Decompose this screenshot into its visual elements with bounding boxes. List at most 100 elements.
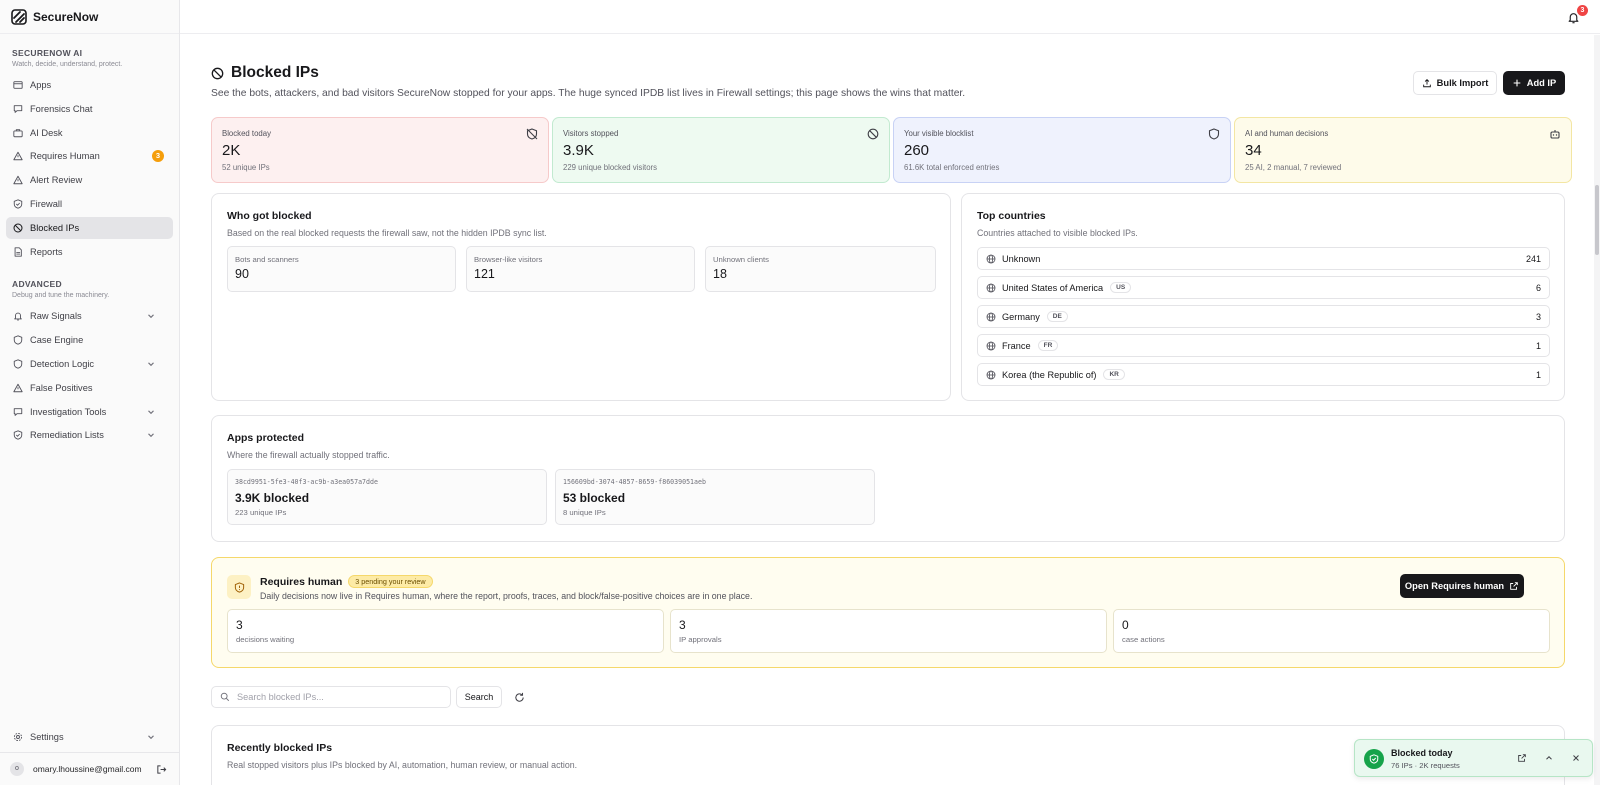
window-icon (13, 81, 23, 89)
warning-icon (13, 175, 23, 185)
sidebar-item-label: Blocked IPs (30, 222, 80, 233)
sidebar-item-investigation-tools[interactable]: Investigation Tools (6, 401, 173, 423)
stat-value: 3 (236, 618, 243, 632)
sidebar-item-false-positives[interactable]: False Positives (6, 377, 173, 399)
sidebar-item-blocked-ips[interactable]: Blocked IPs (6, 216, 173, 239)
sidebar-item-reports[interactable]: Reports (6, 241, 173, 263)
card-subtitle: Real stopped visitors plus IPs blocked b… (227, 760, 578, 770)
country-row[interactable]: France FR 1 (977, 334, 1550, 357)
country-count: 241 (1525, 253, 1541, 264)
requires-human-title: Requires human 3 pending your review (260, 575, 433, 588)
brand[interactable]: SecureNow (0, 0, 179, 34)
warning-icon (13, 383, 23, 392)
top-countries-card: Top countries Countries attached to visi… (961, 193, 1565, 401)
refresh-icon[interactable] (514, 692, 525, 703)
open-requires-human-label: Open Requires human (1404, 581, 1505, 591)
sidebar-item-ai-desk[interactable]: AI Desk (6, 122, 173, 144)
card-subtitle: Where the firewall actually stopped traf… (227, 450, 390, 460)
add-ip-label: Add IP (1526, 78, 1557, 88)
chevron-up-icon[interactable] (1544, 753, 1554, 763)
country-row[interactable]: Korea (the Republic of) KR 1 (977, 363, 1550, 386)
sidebar-item-raw-signals[interactable]: Raw Signals (6, 305, 173, 327)
country-name: United States of America (1002, 282, 1104, 293)
sidebar-item-remediation-lists[interactable]: Remediation Lists (6, 424, 173, 446)
stat-sub: 229 unique blocked visitors (563, 163, 658, 172)
card-subtitle: Countries attached to visible blocked IP… (977, 228, 1138, 238)
upload-icon (1422, 79, 1431, 88)
section-subtitle: Watch, decide, understand, protect. (12, 61, 123, 68)
sidebar-item-requires-human[interactable]: Requires Human 3 (6, 145, 173, 167)
bell-icon (14, 313, 22, 321)
decisions-waiting-stat: 3 decisions waiting (227, 609, 664, 653)
section-heading: ADVANCED (12, 279, 62, 290)
add-ip-button[interactable]: Add IP (1503, 71, 1565, 95)
stat-value: 3.9K (563, 142, 594, 159)
chat-icon (13, 407, 23, 416)
ban-icon (13, 223, 23, 233)
country-name: Unknown (1002, 253, 1041, 264)
user-account[interactable]: o omary.lhoussine@gmail.com (0, 752, 179, 785)
section-subtitle: Debug and tune the machinery. (12, 292, 110, 300)
sidebar-item-settings[interactable]: Settings (6, 725, 173, 748)
card-title: Apps protected (227, 432, 305, 444)
app-id: 156609bd-3074-4857-8659-f86039051aeb (563, 478, 706, 486)
shield-icon (13, 335, 23, 345)
external-link-icon[interactable] (1517, 753, 1527, 763)
open-requires-human-button[interactable]: Open Requires human (1400, 574, 1524, 598)
country-row[interactable]: United States of America US 6 (977, 276, 1550, 299)
sidebar-item-apps[interactable]: Apps (6, 74, 173, 96)
user-email: omary.lhoussine@gmail.com (33, 764, 142, 774)
app-protected-item[interactable]: 156609bd-3074-4857-8659-f86039051aeb 53 … (555, 469, 875, 525)
scrollbar[interactable] (1594, 35, 1600, 785)
sidebar-item-label: Investigation Tools (30, 406, 107, 417)
search-placeholder: Search blocked IPs... (237, 692, 324, 702)
country-row[interactable]: Germany DE 3 (977, 305, 1550, 328)
stat-card-decisions: AI and human decisions 34 25 AI, 2 manua… (1234, 117, 1572, 183)
blocked-type-value: 121 (474, 267, 495, 281)
file-icon (14, 246, 22, 257)
country-count: 6 (1535, 282, 1541, 293)
page-title-text: Blocked IPs (231, 64, 319, 81)
section-advanced: ADVANCED Debug and tune the machinery. (0, 264, 179, 299)
section-securenow-ai: SECURENOW AI Watch, decide, understand, … (0, 34, 179, 68)
globe-icon (986, 370, 996, 379)
sidebar-item-forensics-chat[interactable]: Forensics Chat (6, 98, 173, 120)
stat-sub: 61.6K total enforced entries (904, 163, 1000, 172)
sidebar-item-detection-logic[interactable]: Detection Logic (6, 353, 173, 375)
bot-icon (1550, 130, 1560, 139)
search-input[interactable]: Search blocked IPs... (211, 686, 451, 708)
requires-human-subtitle: Daily decisions now live in Requires hum… (260, 591, 753, 601)
briefcase-icon (13, 128, 23, 137)
stat-label: AI and human decisions (1245, 129, 1329, 138)
stat-value: 34 (1245, 142, 1262, 159)
app-protected-item[interactable]: 38cd9951-5fe3-40f3-ac9b-a3ea057a7dde 3.9… (227, 469, 547, 525)
country-name: Germany (1002, 311, 1040, 322)
close-icon[interactable] (1571, 753, 1581, 763)
blocked-today-toast[interactable]: Blocked today 76 IPs · 2K requests (1354, 739, 1593, 777)
blocked-type-bots: Bots and scanners 90 (227, 246, 456, 292)
logout-icon[interactable] (156, 764, 167, 775)
chat-icon (13, 105, 23, 113)
sidebar-item-label: Detection Logic (30, 358, 95, 369)
sidebar-item-alert-review[interactable]: Alert Review (6, 169, 173, 191)
country-count: 3 (1535, 311, 1541, 322)
sidebar-item-label: Forensics Chat (30, 103, 93, 114)
blocked-type-browsers: Browser-like visitors 121 (466, 246, 695, 292)
shield-check-icon (13, 430, 23, 441)
sidebar: SecureNow SECURENOW AI Watch, decide, un… (0, 0, 180, 785)
card-title: Who got blocked (227, 210, 312, 222)
stat-card-visitors-stopped: Visitors stopped 3.9K 229 unique blocked… (552, 117, 890, 183)
stat-label: case actions (1122, 635, 1165, 644)
app-blocked-count: 53 blocked (563, 491, 626, 505)
sidebar-item-firewall[interactable]: Firewall (6, 193, 173, 215)
shield-icon (1208, 128, 1220, 140)
scrollbar-thumb[interactable] (1595, 185, 1599, 255)
country-row[interactable]: Unknown 241 (977, 247, 1550, 270)
stat-label: IP approvals (679, 635, 722, 644)
search-button[interactable]: Search (456, 686, 502, 708)
search-icon (220, 692, 230, 702)
bulk-import-button[interactable]: Bulk Import (1413, 71, 1497, 95)
sidebar-item-case-engine[interactable]: Case Engine (6, 329, 173, 351)
sidebar-item-label: Requires Human (30, 151, 100, 162)
count-badge: 3 (152, 150, 164, 163)
